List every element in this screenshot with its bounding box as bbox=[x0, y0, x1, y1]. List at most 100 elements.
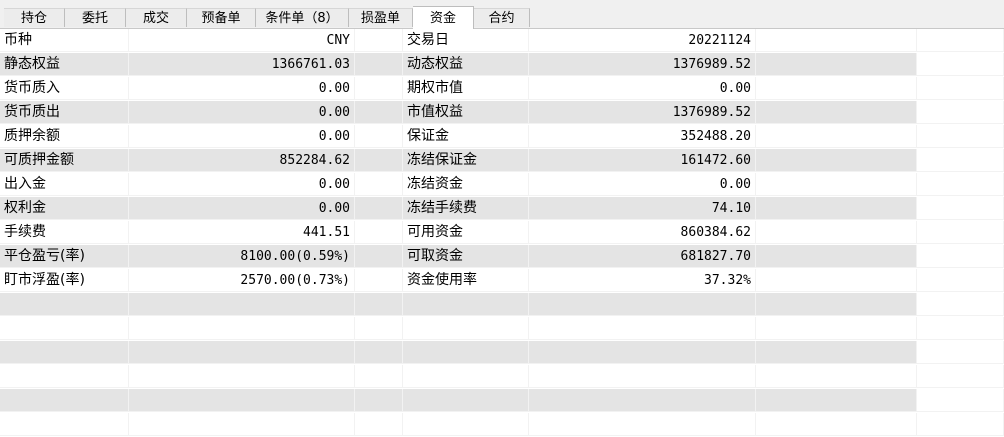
label-cell: 冻结资金 bbox=[403, 173, 529, 196]
spacer-cell bbox=[756, 101, 917, 124]
label-cell: 质押余额 bbox=[0, 125, 129, 148]
table-row[interactable]: 质押余额 0.00 保证金 352488.20 bbox=[0, 125, 1004, 149]
spacer-cell bbox=[355, 389, 403, 412]
table-row[interactable]: 货币质入 0.00 期权市值 0.00 bbox=[0, 77, 1004, 101]
spacer-cell bbox=[917, 413, 1004, 436]
value-cell bbox=[529, 389, 756, 412]
spacer-cell bbox=[756, 269, 917, 292]
value-cell bbox=[529, 365, 756, 388]
spacer-cell bbox=[756, 341, 917, 364]
value-cell: 441.51 bbox=[129, 221, 355, 244]
table-row[interactable] bbox=[0, 293, 1004, 317]
table-row[interactable]: 币种 CNY 交易日 20221124 bbox=[0, 29, 1004, 53]
label-cell bbox=[403, 413, 529, 436]
spacer-cell bbox=[355, 341, 403, 364]
spacer-cell bbox=[355, 149, 403, 172]
label-cell: 手续费 bbox=[0, 221, 129, 244]
tab-contracts[interactable]: 合约 bbox=[474, 8, 530, 27]
table-row[interactable]: 静态权益 1366761.03 动态权益 1376989.52 bbox=[0, 53, 1004, 77]
label-cell: 货币质出 bbox=[0, 101, 129, 124]
spacer-cell bbox=[917, 365, 1004, 388]
spacer-cell bbox=[756, 317, 917, 340]
table-row[interactable]: 手续费 441.51 可用资金 860384.62 bbox=[0, 221, 1004, 245]
label-cell bbox=[403, 341, 529, 364]
label-cell: 盯市浮盈(率) bbox=[0, 269, 129, 292]
value-cell: 0.00 bbox=[129, 125, 355, 148]
label-cell: 出入金 bbox=[0, 173, 129, 196]
label-cell: 权利金 bbox=[0, 197, 129, 220]
table-row[interactable]: 出入金 0.00 冻结资金 0.00 bbox=[0, 173, 1004, 197]
tab-orders[interactable]: 委托 bbox=[65, 8, 126, 27]
label-cell: 静态权益 bbox=[0, 53, 129, 76]
spacer-cell bbox=[917, 53, 1004, 76]
spacer-cell bbox=[756, 173, 917, 196]
spacer-cell bbox=[917, 29, 1004, 52]
label-cell bbox=[0, 413, 129, 436]
spacer-cell bbox=[355, 53, 403, 76]
label-cell bbox=[0, 389, 129, 412]
tab-stop-orders[interactable]: 损盈单 bbox=[349, 8, 413, 27]
spacer-cell bbox=[355, 293, 403, 316]
value-cell: 0.00 bbox=[129, 77, 355, 100]
label-cell bbox=[0, 317, 129, 340]
spacer-cell bbox=[917, 341, 1004, 364]
tab-preorders[interactable]: 预备单 bbox=[187, 8, 256, 27]
spacer-cell bbox=[355, 317, 403, 340]
value-cell: 681827.70 bbox=[529, 245, 756, 268]
tab-positions[interactable]: 持仓 bbox=[4, 8, 65, 27]
tab-funds[interactable]: 资金 bbox=[413, 6, 474, 29]
value-cell: 0.00 bbox=[129, 173, 355, 196]
table-row[interactable] bbox=[0, 341, 1004, 365]
value-cell bbox=[129, 293, 355, 316]
spacer-cell bbox=[756, 365, 917, 388]
value-cell: 74.10 bbox=[529, 197, 756, 220]
spacer-cell bbox=[917, 101, 1004, 124]
value-cell: 2570.00(0.73%) bbox=[129, 269, 355, 292]
table-row[interactable]: 平仓盈亏(率) 8100.00(0.59%) 可取资金 681827.70 bbox=[0, 245, 1004, 269]
label-cell bbox=[403, 317, 529, 340]
spacer-cell bbox=[917, 221, 1004, 244]
spacer-cell bbox=[756, 29, 917, 52]
spacer-cell bbox=[917, 125, 1004, 148]
spacer-cell bbox=[355, 221, 403, 244]
label-cell: 冻结手续费 bbox=[403, 197, 529, 220]
label-cell bbox=[0, 293, 129, 316]
value-cell: 0.00 bbox=[529, 77, 756, 100]
value-cell: 161472.60 bbox=[529, 149, 756, 172]
table-row[interactable]: 权利金 0.00 冻结手续费 74.10 bbox=[0, 197, 1004, 221]
label-cell: 平仓盈亏(率) bbox=[0, 245, 129, 268]
table-row[interactable]: 盯市浮盈(率) 2570.00(0.73%) 资金使用率 37.32% bbox=[0, 269, 1004, 293]
label-cell bbox=[403, 389, 529, 412]
value-cell: 0.00 bbox=[129, 101, 355, 124]
label-cell: 可质押金额 bbox=[0, 149, 129, 172]
spacer-cell bbox=[355, 29, 403, 52]
spacer-cell bbox=[355, 365, 403, 388]
value-cell: 352488.20 bbox=[529, 125, 756, 148]
spacer-cell bbox=[917, 77, 1004, 100]
label-cell: 保证金 bbox=[403, 125, 529, 148]
tab-conditional-orders[interactable]: 条件单（8） bbox=[256, 8, 349, 27]
value-cell: 852284.62 bbox=[129, 149, 355, 172]
label-cell bbox=[0, 341, 129, 364]
table-row[interactable]: 货币质出 0.00 市值权益 1376989.52 bbox=[0, 101, 1004, 125]
label-cell: 可用资金 bbox=[403, 221, 529, 244]
value-cell bbox=[129, 365, 355, 388]
spacer-cell bbox=[917, 269, 1004, 292]
label-cell: 可取资金 bbox=[403, 245, 529, 268]
tab-trades[interactable]: 成交 bbox=[126, 8, 187, 27]
spacer-cell bbox=[756, 149, 917, 172]
value-cell: 20221124 bbox=[529, 29, 756, 52]
label-cell bbox=[403, 365, 529, 388]
spacer-cell bbox=[917, 317, 1004, 340]
table-row[interactable] bbox=[0, 413, 1004, 437]
table-row[interactable] bbox=[0, 365, 1004, 389]
spacer-cell bbox=[917, 173, 1004, 196]
spacer-cell bbox=[917, 245, 1004, 268]
value-cell bbox=[129, 341, 355, 364]
label-cell: 货币质入 bbox=[0, 77, 129, 100]
table-row[interactable]: 可质押金额 852284.62 冻结保证金 161472.60 bbox=[0, 149, 1004, 173]
table-row[interactable] bbox=[0, 317, 1004, 341]
label-cell bbox=[403, 293, 529, 316]
table-row[interactable] bbox=[0, 389, 1004, 413]
value-cell bbox=[529, 413, 756, 436]
